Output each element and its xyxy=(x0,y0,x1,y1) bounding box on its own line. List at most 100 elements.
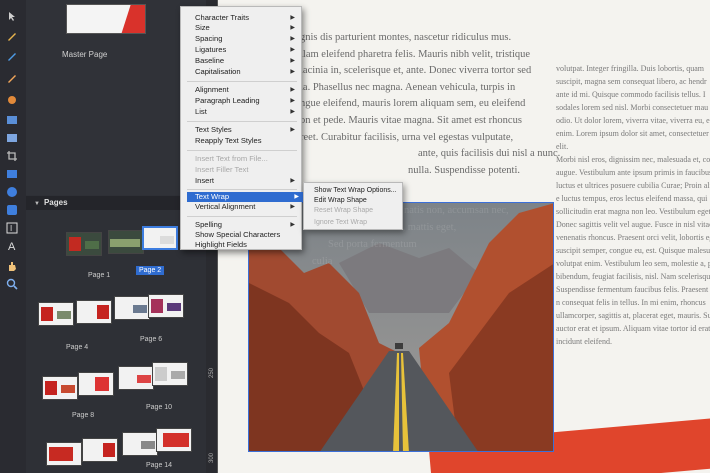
frame-text-tool-icon[interactable]: I xyxy=(3,220,21,236)
text-line: Morbi nisl eros, dignissim nec, malesuad… xyxy=(556,155,710,164)
submenu-arrow-icon: ▶ xyxy=(290,204,295,210)
menu-item-paragraph-leading[interactable]: Paragraph Leading ▶ xyxy=(195,96,299,106)
menu-item-ligatures[interactable]: Ligatures ▶ xyxy=(195,45,299,55)
svg-text:A: A xyxy=(8,241,16,252)
pages-panel: Master Page ▼ Pages Page 1 Page 2 Page 4 … xyxy=(26,0,206,473)
submenu-arrow-icon: ▶ xyxy=(290,178,295,184)
page-thumbnail-selected[interactable] xyxy=(142,226,178,250)
menu-item-character-traits[interactable]: Character Traits ▶ xyxy=(195,13,299,23)
text-line: ngue eleifend, mauris lorem aliquam sem,… xyxy=(300,98,526,110)
rectangle-frame-icon[interactable] xyxy=(3,130,21,146)
text-line: e luctus tempus, eros lectus eleifend ma… xyxy=(556,194,708,203)
submenu-arrow-icon: ▶ xyxy=(290,109,295,115)
hand-tool-icon[interactable] xyxy=(3,258,21,274)
pages-section-header[interactable]: ▼ Pages xyxy=(26,196,206,210)
text-line: llam eleifend pharetra felis. Mauris nib… xyxy=(300,48,531,60)
page-thumbnail[interactable] xyxy=(156,428,192,452)
page-label: Page 8 xyxy=(72,412,95,419)
text-line: volutpat. Integer fringilla. Duis lobort… xyxy=(556,64,704,73)
submenu-arrow-icon: ▶ xyxy=(294,194,299,200)
menu-item-insert-text-from-file[interactable]: Insert Text from File... xyxy=(195,154,299,164)
text-line: volutpat enim. Vestibulum leo sem, moles… xyxy=(556,259,710,268)
text-line: luctus et ultrices posuere cubilia Curae… xyxy=(556,181,710,190)
pen-tool-icon[interactable] xyxy=(3,28,21,44)
menu-item-reapply-text-styles[interactable]: Reapply Text Styles xyxy=(195,136,299,146)
artistic-text-tool-icon[interactable]: A xyxy=(3,238,21,254)
ellipse-tool-icon[interactable] xyxy=(3,184,21,200)
page-label: Page 1 xyxy=(88,272,111,279)
menu-item-spacing[interactable]: Spacing ▶ xyxy=(195,34,299,44)
submenu-item-edit-wrap-shape[interactable]: Edit Wrap Shape xyxy=(314,196,367,206)
zoom-tool-icon[interactable] xyxy=(3,276,21,292)
submenu-item-show-text-wrap-options[interactable]: Show Text Wrap Options... xyxy=(314,186,397,196)
page-thumbnail[interactable] xyxy=(82,438,118,462)
menu-item-show-special-characters[interactable]: Show Special Characters xyxy=(195,230,299,240)
text-frame-right[interactable]: volutpat. Integer fringilla. Duis lobort… xyxy=(556,62,710,348)
fill-tool-icon[interactable] xyxy=(3,92,21,108)
menu-item-size[interactable]: Size ▶ xyxy=(195,23,299,33)
page-thumbnail[interactable] xyxy=(108,230,144,254)
menu-item-text-styles[interactable]: Text Styles ▶ xyxy=(195,125,299,135)
text-line: incidunt eleifend. xyxy=(556,337,612,346)
text-line: reet. Curabitur facilisis, urna vel eges… xyxy=(300,131,514,143)
app-window: I A Master Page ▼ Pages Page 1 Page 2 Pag… xyxy=(0,0,710,473)
page-thumbnail[interactable] xyxy=(76,300,112,324)
text-frame-left[interactable]: gnis dis parturient montes, nascetur rid… xyxy=(300,30,560,179)
submenu-arrow-icon: ▶ xyxy=(290,36,295,42)
menu-item-spelling[interactable]: Spelling ▶ xyxy=(195,220,299,230)
menu-item-highlight-fields[interactable]: Highlight Fields xyxy=(195,240,299,250)
page-thumbnail[interactable] xyxy=(78,372,114,396)
brush-tool-icon[interactable] xyxy=(3,48,21,64)
menu-item-alignment[interactable]: Alignment ▶ xyxy=(195,85,299,95)
page-thumbnail[interactable] xyxy=(38,302,74,326)
text-line: Suspendisse fermentum faucibus felis. Pr… xyxy=(556,285,709,294)
menu-item-insert[interactable]: Insert ▶ xyxy=(195,176,299,186)
text-line: suscipit, magna sem consequat libero, ac… xyxy=(556,77,707,86)
rounded-rect-tool-icon[interactable] xyxy=(3,202,21,218)
menu-item-text-wrap[interactable]: Text Wrap ▶ xyxy=(187,192,303,202)
submenu-arrow-icon: ▶ xyxy=(290,98,295,104)
submenu-arrow-icon: ▶ xyxy=(290,25,295,31)
master-page-label: Master Page xyxy=(62,50,108,59)
text-line: suscipit semper, congue eu, est. Quisque… xyxy=(556,246,710,255)
submenu-item-ignore-text-wrap[interactable]: Ignore Text Wrap xyxy=(314,218,367,228)
page-thumbnail[interactable] xyxy=(46,442,82,466)
text-line: n consequat felis in tellus. In mi enim,… xyxy=(556,298,706,307)
text-line: nulla. Suspendisse potenti. xyxy=(408,164,520,176)
page-thumbnail[interactable] xyxy=(148,294,184,318)
master-page-thumbnail[interactable] xyxy=(66,4,146,34)
submenu-arrow-icon: ▶ xyxy=(290,47,295,53)
menu-item-list[interactable]: List ▶ xyxy=(195,107,299,117)
text-line: auctor erat et ipsum. Aliquam vitae tort… xyxy=(556,324,710,333)
text-line: sodales lorem sed nisl. Morbi consectetu… xyxy=(556,103,709,112)
pencil-tool-icon[interactable] xyxy=(3,70,21,86)
page-thumbnail[interactable] xyxy=(66,232,102,256)
image-frame-icon[interactable] xyxy=(3,112,21,128)
crop-tool-icon[interactable] xyxy=(3,148,21,164)
submenu-item-reset-wrap-shape[interactable]: Reset Wrap Shape xyxy=(314,206,373,216)
page-thumbnail[interactable] xyxy=(118,366,154,390)
text-line: ante id mi. Quisque commodo facilisis te… xyxy=(556,90,706,99)
text-line: sollicitudin erat magna non leo. Vestibu… xyxy=(556,207,710,216)
text-line: enim. Lorem ipsum dolor sit amet, consec… xyxy=(556,129,709,138)
ruler-tick-label: 300 xyxy=(209,452,216,464)
menu-item-baseline[interactable]: Baseline ▶ xyxy=(195,56,299,66)
page-label: Page 6 xyxy=(140,336,163,343)
menu-item-vertical-alignment[interactable]: Vertical Alignment ▶ xyxy=(195,202,299,212)
page-thumbnail[interactable] xyxy=(42,376,78,400)
text-line: venenatis rhoncus. Praesent orci velit, … xyxy=(556,233,710,242)
text-line: ullamcorper, sagittis at, placerat eget,… xyxy=(556,311,710,320)
page-thumbnail[interactable] xyxy=(114,296,150,320)
text-line: Donec sagittis velit vel augue. Fusce in… xyxy=(556,220,710,229)
submenu-arrow-icon: ▶ xyxy=(290,15,295,21)
page-label-active: Page 2 xyxy=(136,266,165,275)
text-line: elit. xyxy=(556,142,569,151)
menu-item-insert-filler-text[interactable]: Insert Filler Text xyxy=(195,165,299,175)
shape-tool-icon[interactable] xyxy=(3,166,21,182)
menu-item-capitalisation[interactable]: Capitalisation ▶ xyxy=(195,67,299,77)
arrow-tool-icon[interactable] xyxy=(3,8,21,24)
page-thumbnail[interactable] xyxy=(152,362,188,386)
page-label: Page 14 xyxy=(146,462,173,469)
page-thumbnail[interactable] xyxy=(122,432,158,456)
menu-separator xyxy=(187,121,297,122)
